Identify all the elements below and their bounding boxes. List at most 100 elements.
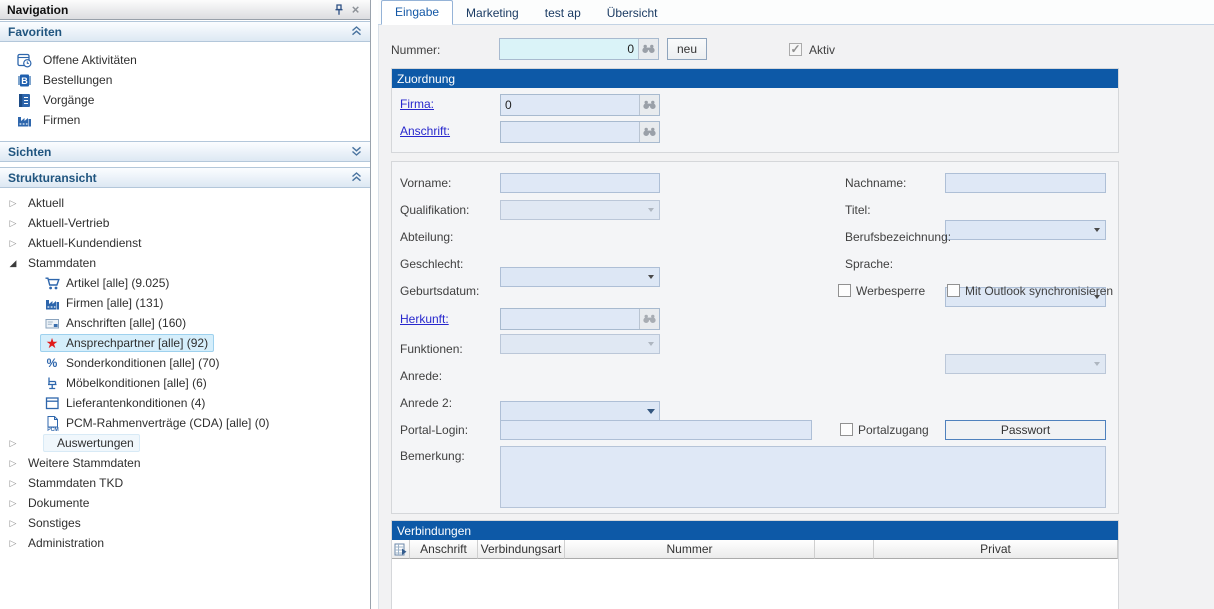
- tree-node[interactable]: Aktuell-Vertrieb: [19, 214, 115, 232]
- firma-field[interactable]: 0: [500, 94, 660, 116]
- firma-value[interactable]: 0: [501, 95, 639, 115]
- tree-item[interactable]: Artikel [alle] (9.025): [0, 273, 370, 293]
- nummer-field[interactable]: 0: [499, 38, 659, 60]
- qualifikation-dropdown[interactable]: [500, 200, 660, 220]
- expand-expander-icon[interactable]: ▷: [7, 538, 19, 549]
- tree-node[interactable]: Dokumente: [19, 494, 95, 512]
- pin-icon[interactable]: [330, 2, 347, 17]
- werbesperre-checkbox[interactable]: ✓: [838, 284, 851, 297]
- expand-expander-icon[interactable]: ▷: [7, 478, 19, 489]
- nachname-input[interactable]: [945, 173, 1106, 193]
- favorite-item[interactable]: BBestellungen: [0, 70, 370, 90]
- herkunft-link[interactable]: Herkunft:: [400, 312, 449, 326]
- geschlecht-dropdown[interactable]: [500, 334, 660, 354]
- tree-node[interactable]: Aktuell-Kundendienst: [19, 234, 147, 252]
- tree-node[interactable]: Anschriften [alle] (160): [40, 313, 192, 334]
- tree-item[interactable]: ▷Aktuell: [0, 193, 370, 213]
- tab-übersicht[interactable]: Übersicht: [594, 2, 671, 24]
- tree-item[interactable]: ▷ Auswertungen: [0, 433, 370, 453]
- portal-login-input[interactable]: [500, 420, 812, 440]
- tree-item[interactable]: Lieferantenkonditionen (4): [0, 393, 370, 413]
- binoculars-search-icon[interactable]: [639, 309, 659, 329]
- chevron-down-icon[interactable]: [642, 335, 659, 353]
- column-header-privat[interactable]: Privat: [874, 540, 1118, 559]
- tree-node[interactable]: Auswertungen: [43, 434, 140, 452]
- chevron-down-icon[interactable]: [642, 268, 659, 286]
- abteilung-dropdown[interactable]: [500, 267, 660, 287]
- anschrift-field[interactable]: [500, 121, 660, 143]
- passwort-button[interactable]: Passwort: [945, 420, 1106, 440]
- collapse-chevron-up-icon[interactable]: [351, 171, 362, 185]
- binoculars-search-icon[interactable]: [638, 39, 658, 59]
- tree-node[interactable]: Administration: [19, 534, 110, 552]
- geburtsdatum-dropdown[interactable]: [500, 401, 660, 421]
- favorite-item[interactable]: Offene Aktivitäten: [0, 50, 370, 70]
- expand-expander-icon[interactable]: ▷: [7, 498, 19, 509]
- tree-node[interactable]: Aktuell: [19, 194, 70, 212]
- vorname-input[interactable]: [500, 173, 660, 193]
- tree-item[interactable]: ▷Aktuell-Vertrieb: [0, 213, 370, 233]
- anschrift-link[interactable]: Anschrift:: [400, 124, 450, 138]
- tree-node[interactable]: Sonstiges: [19, 514, 87, 532]
- tree-node[interactable]: PCMPCM-Rahmenverträge (CDA) [alle] (0): [40, 413, 275, 434]
- sichten-header[interactable]: Sichten: [0, 141, 370, 162]
- tree-item[interactable]: ▷Sonstiges: [0, 513, 370, 533]
- column-header-empty[interactable]: [815, 540, 874, 559]
- chevron-down-icon[interactable]: [1088, 221, 1105, 239]
- strukturansicht-header[interactable]: Strukturansicht: [0, 167, 370, 188]
- tree-item[interactable]: PCMPCM-Rahmenverträge (CDA) [alle] (0): [0, 413, 370, 433]
- aktiv-checkbox[interactable]: ✓: [789, 43, 802, 56]
- tree-node[interactable]: Möbelkonditionen [alle] (6): [40, 373, 213, 394]
- bemerkung-textarea[interactable]: [500, 446, 1106, 508]
- favorite-item[interactable]: Firmen: [0, 110, 370, 130]
- tree-item[interactable]: ◢Stammdaten: [0, 253, 370, 273]
- portalzugang-checkbox[interactable]: ✓: [840, 423, 853, 436]
- close-icon[interactable]: ×: [347, 2, 364, 17]
- tree-item[interactable]: Möbelkonditionen [alle] (6): [0, 373, 370, 393]
- tree-item[interactable]: Firmen [alle] (131): [0, 293, 370, 313]
- tree-node[interactable]: ★Ansprechpartner [alle] (92): [40, 334, 214, 352]
- verbindungen-table-body[interactable]: [392, 559, 1118, 609]
- tree-item[interactable]: %Sonderkonditionen [alle] (70): [0, 353, 370, 373]
- tree-item[interactable]: ▷Stammdaten TKD: [0, 473, 370, 493]
- column-header-nummer[interactable]: Nummer: [565, 540, 815, 559]
- tree-item[interactable]: ▷Aktuell-Kundendienst: [0, 233, 370, 253]
- column-header-verbindungsart[interactable]: Verbindungsart: [478, 540, 565, 559]
- collapse-chevron-up-icon[interactable]: [351, 25, 362, 39]
- tree-node[interactable]: Lieferantenkonditionen (4): [40, 393, 211, 414]
- tree-item[interactable]: ★Ansprechpartner [alle] (92): [0, 333, 370, 353]
- tab-marketing[interactable]: Marketing: [453, 2, 532, 24]
- tree-node[interactable]: Stammdaten TKD: [19, 474, 129, 492]
- herkunft-field[interactable]: [500, 308, 660, 330]
- tree-item[interactable]: ▷Dokumente: [0, 493, 370, 513]
- chevron-down-icon[interactable]: [642, 201, 659, 219]
- tree-node[interactable]: Stammdaten: [19, 254, 102, 272]
- expand-expander-icon[interactable]: ▷: [7, 458, 19, 469]
- expand-expander-icon[interactable]: ▷: [7, 198, 19, 209]
- tree-item[interactable]: ▷Administration: [0, 533, 370, 553]
- tree-item[interactable]: Anschriften [alle] (160): [0, 313, 370, 333]
- expand-expander-icon[interactable]: ▷: [7, 518, 19, 529]
- expand-expander-icon[interactable]: ▷: [7, 218, 19, 229]
- tree-node[interactable]: Firmen [alle] (131): [40, 293, 169, 314]
- favorite-item[interactable]: Vorgänge: [0, 90, 370, 110]
- outlook-sync-checkbox[interactable]: ✓: [947, 284, 960, 297]
- tab-test-ap[interactable]: test ap: [532, 2, 594, 24]
- expand-expander-icon[interactable]: ▷: [7, 238, 19, 249]
- calendar-dropdown-icon[interactable]: [642, 402, 659, 420]
- anschrift-value[interactable]: [501, 122, 639, 142]
- tree-node[interactable]: %Sonderkonditionen [alle] (70): [40, 354, 225, 372]
- sprache-dropdown[interactable]: [945, 354, 1106, 374]
- firma-link[interactable]: Firma:: [400, 97, 434, 111]
- nummer-value[interactable]: 0: [500, 39, 638, 59]
- expand-expander-icon[interactable]: ▷: [7, 438, 19, 449]
- tree-node[interactable]: Artikel [alle] (9.025): [40, 273, 175, 294]
- collapse-expander-icon[interactable]: ◢: [7, 258, 19, 269]
- binoculars-search-icon[interactable]: [639, 95, 659, 115]
- expand-chevron-down-icon[interactable]: [351, 145, 362, 159]
- tab-eingabe[interactable]: Eingabe: [381, 0, 453, 25]
- tree-node[interactable]: Weitere Stammdaten: [19, 454, 147, 472]
- herkunft-value[interactable]: [501, 309, 639, 329]
- column-header-anschrift[interactable]: Anschrift: [410, 540, 478, 559]
- tree-item[interactable]: ▷Weitere Stammdaten: [0, 453, 370, 473]
